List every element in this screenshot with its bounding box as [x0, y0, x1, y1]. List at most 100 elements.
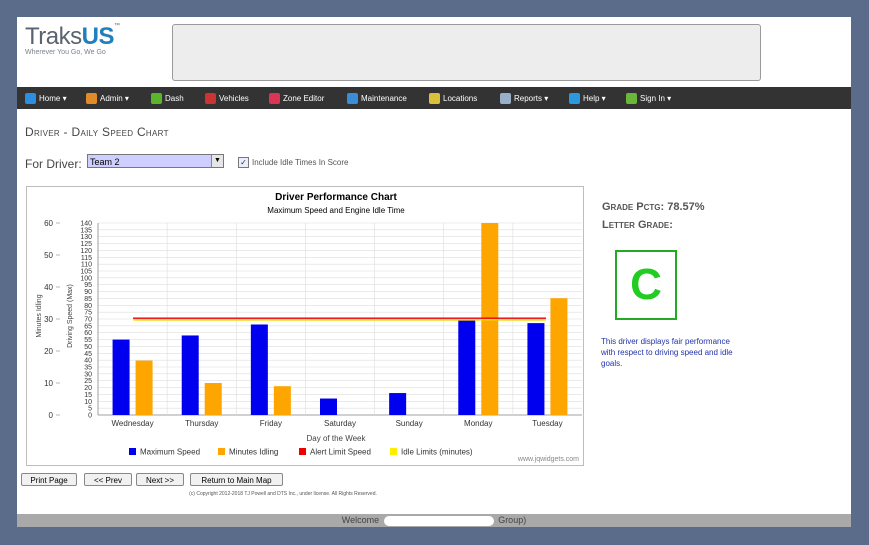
- speed-tick-label: 130: [80, 234, 92, 241]
- main-navbar: Home ▾ Admin ▾ Dash Vehicles Zone Editor…: [17, 87, 851, 109]
- speed-tick-label: 90: [84, 289, 92, 296]
- speed-tick-label: 70: [84, 317, 92, 324]
- category-tick-label: Thursday: [185, 419, 218, 428]
- speed-tick-label: 0: [88, 413, 92, 420]
- idle-checkbox-label: Include Idle Times In Score: [252, 158, 349, 167]
- legend-label: Minutes Idling: [229, 448, 278, 457]
- speed-tick-label: 40: [84, 358, 92, 365]
- nav-admin-label: Admin ▾: [100, 93, 129, 103]
- chevron-down-icon[interactable]: ▼: [211, 155, 223, 167]
- idle-bar: [550, 298, 568, 415]
- chart-subtitle: Maximum Speed and Engine Idle Time: [267, 206, 405, 215]
- speed-bar: [320, 398, 337, 415]
- idle-bar: [273, 386, 291, 415]
- home-icon: [25, 92, 36, 104]
- performance-chart: Driver Performance Chart Maximum Speed a…: [26, 186, 584, 466]
- speed-tick-label: 45: [84, 351, 92, 358]
- speed-bar: [250, 324, 268, 415]
- status-bar: Welcome Group): [17, 514, 851, 527]
- legend-label: Idle Limits (minutes): [401, 448, 473, 457]
- speed-bar: [458, 319, 476, 415]
- category-tick-label: Saturday: [324, 419, 356, 428]
- idle-tick-label: 30: [44, 315, 53, 324]
- idle-tick-label: 20: [44, 347, 53, 356]
- grade-pct-value: 78.57%: [667, 201, 705, 213]
- nav-reports-label: Reports ▾: [514, 93, 549, 103]
- print-page-button[interactable]: Print Page: [21, 473, 77, 486]
- letter-grade-badge: C: [615, 250, 677, 320]
- nav-locations-label: Locations: [443, 93, 478, 103]
- speed-tick-label: 35: [84, 365, 92, 372]
- nav-reports[interactable]: Reports ▾: [500, 87, 548, 109]
- nav-admin[interactable]: Admin ▾: [86, 87, 129, 109]
- speed-tick-label: 75: [84, 310, 92, 317]
- nav-home-label: Home ▾: [39, 93, 67, 103]
- dash-icon: [151, 92, 162, 104]
- speed-tick-label: 80: [84, 303, 92, 310]
- locations-icon: [429, 92, 440, 104]
- legend-swatch: [299, 448, 306, 455]
- chart-credit: www.jqwidgets.com: [517, 456, 579, 463]
- speed-tick-label: 20: [84, 385, 92, 392]
- header-banner: [172, 24, 761, 81]
- speed-tick-label: 25: [84, 378, 92, 385]
- speed-tick-label: 120: [80, 248, 92, 255]
- speed-tick-label: 105: [80, 269, 92, 276]
- speed-tick-label: 65: [84, 323, 92, 330]
- speed-bar: [527, 323, 545, 415]
- grade-description: This driver displays fair performance wi…: [601, 337, 733, 368]
- speed-tick-label: 50: [84, 344, 92, 351]
- nav-locations[interactable]: Locations: [429, 87, 477, 109]
- redacted-user: [383, 515, 494, 526]
- category-tick-label: Wednesday: [112, 419, 154, 428]
- legend-label: Maximum Speed: [140, 448, 200, 457]
- nav-help[interactable]: Help ▾: [569, 87, 606, 109]
- nav-dash[interactable]: Dash: [151, 87, 184, 109]
- nav-zone-editor[interactable]: Zone Editor: [269, 87, 324, 109]
- nav-maintenance[interactable]: Maintenance: [347, 87, 407, 109]
- idle-tick-label: 50: [44, 251, 53, 260]
- next-button[interactable]: Next >>: [136, 473, 184, 486]
- prev-button[interactable]: << Prev: [84, 473, 132, 486]
- nav-vehicles-label: Vehicles: [219, 93, 249, 103]
- chart-ylabel-inner: Driving Speed (Max): [67, 284, 74, 348]
- idle-tick-label: 40: [44, 283, 53, 292]
- legend-swatch: [218, 448, 225, 455]
- speed-tick-label: 115: [81, 255, 92, 262]
- speed-tick-label: 95: [84, 282, 92, 289]
- group-text: Group): [498, 515, 527, 525]
- idle-tick-label: 10: [44, 379, 53, 388]
- nav-signin[interactable]: Sign In ▾: [626, 87, 671, 109]
- driver-select-value: Team 2: [90, 157, 120, 167]
- zone-icon: [269, 92, 280, 104]
- speed-tick-label: 125: [80, 241, 92, 248]
- maintenance-icon: [347, 92, 358, 104]
- welcome-text: Welcome: [341, 515, 380, 525]
- return-main-map-button[interactable]: Return to Main Map: [190, 473, 283, 486]
- driver-label: For Driver:: [25, 157, 82, 171]
- letter-grade-label: Letter Grade:: [602, 219, 673, 231]
- signin-icon: [626, 92, 637, 104]
- legend-swatch: [129, 448, 136, 455]
- chart-title: Driver Performance Chart: [275, 192, 397, 203]
- speed-bar: [181, 335, 199, 415]
- speed-tick-label: 30: [84, 371, 92, 378]
- brand-tagline: Wherever You Go, We Go: [25, 49, 106, 56]
- admin-icon: [86, 92, 97, 104]
- app-window: TraksUS™ Wherever You Go, We Go Home ▾ A…: [17, 17, 851, 527]
- nav-dash-label: Dash: [165, 93, 184, 103]
- nav-home[interactable]: Home ▾: [25, 87, 67, 109]
- category-tick-label: Sunday: [396, 419, 423, 428]
- nav-vehicles[interactable]: Vehicles: [205, 87, 249, 109]
- idle-bar: [204, 383, 222, 415]
- driver-select[interactable]: Team 2 ▼: [87, 154, 224, 168]
- nav-signin-label: Sign In ▾: [640, 93, 672, 103]
- idle-checkbox[interactable]: ✓: [238, 157, 249, 168]
- grade-pct-label: Grade Pctg:: [602, 201, 665, 213]
- speed-bar: [389, 393, 407, 415]
- chart-xlabel: Day of the Week: [307, 434, 367, 443]
- grade-percentage: Grade Pctg: 78.57%: [602, 201, 705, 213]
- category-tick-label: Tuesday: [532, 419, 562, 428]
- brand-logo[interactable]: TraksUS™ Wherever You Go, We Go: [25, 23, 120, 56]
- idle-tick-label: 60: [44, 219, 53, 228]
